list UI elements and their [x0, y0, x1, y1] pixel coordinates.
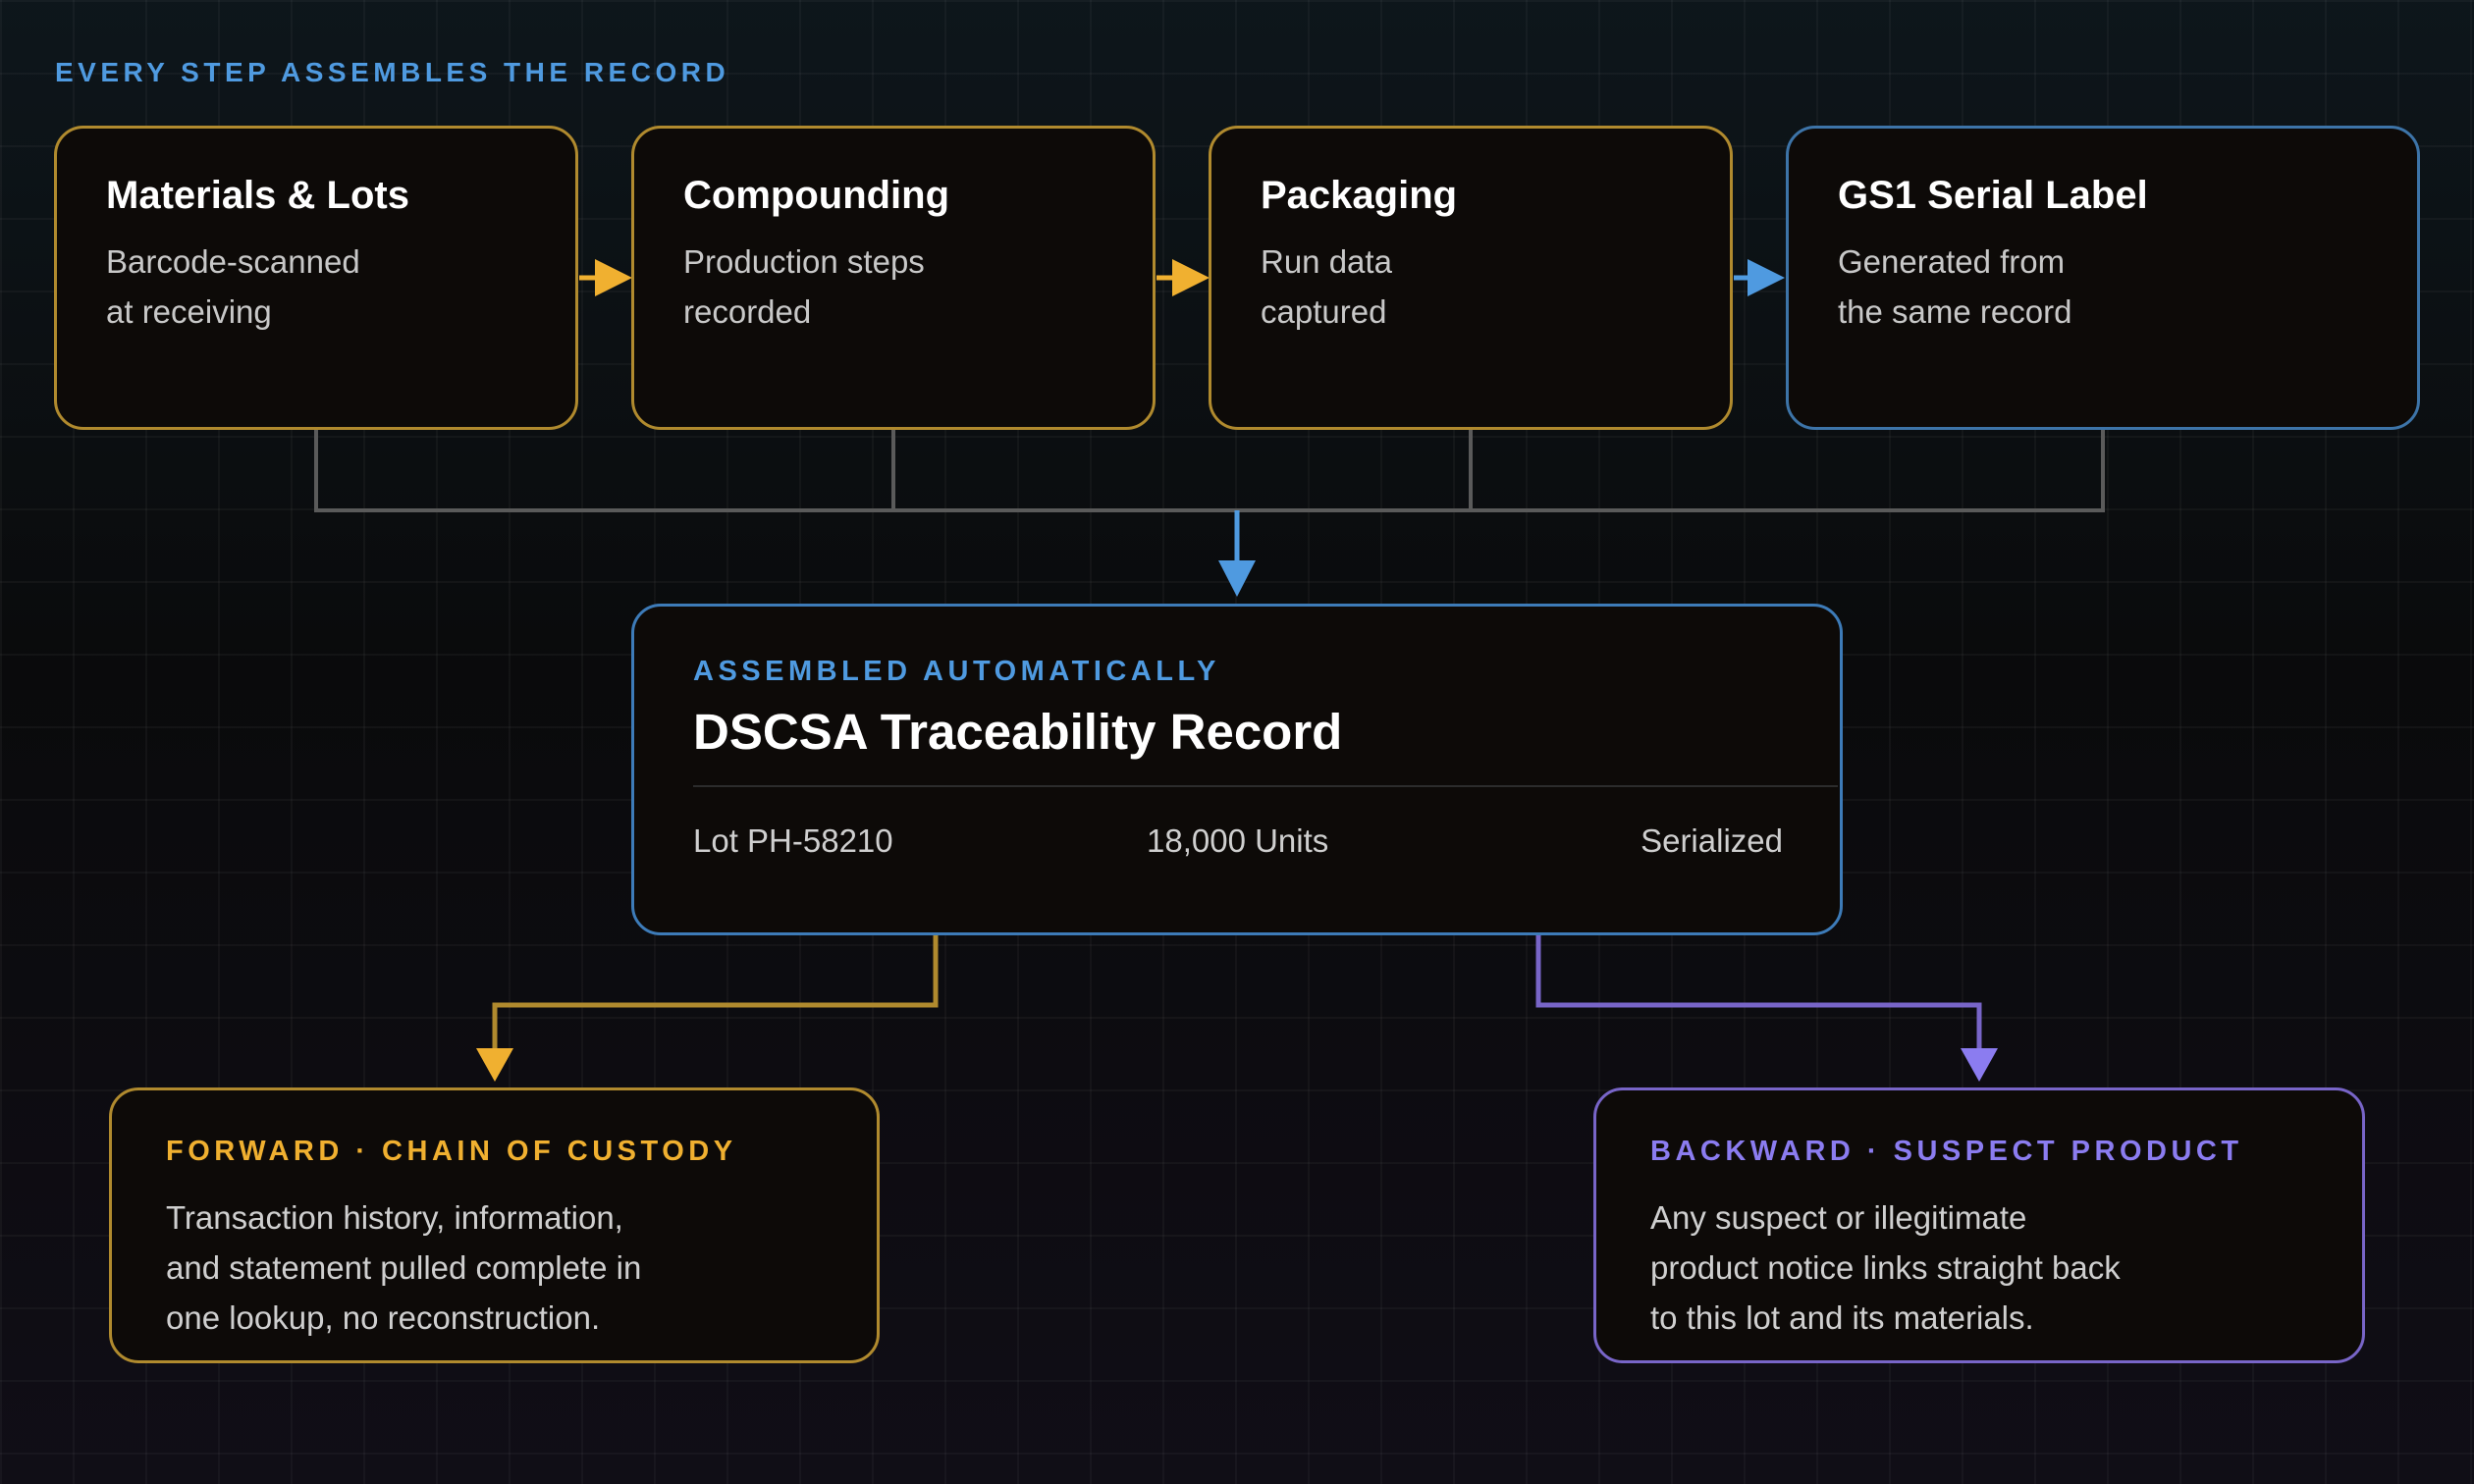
forward-chain-of-custody-card: FORWARD · CHAIN OF CUSTODY Transaction h… [109, 1087, 880, 1363]
step-description: Generated from the same record [1838, 237, 2250, 337]
traceability-record-card: ASSEMBLED AUTOMATICALLY DSCSA Traceabili… [631, 604, 1843, 935]
step-description-line: Barcode-scanned [106, 243, 360, 280]
section-eyebrow: EVERY STEP ASSEMBLES THE RECORD [55, 57, 730, 87]
record-lot: Lot PH-58210 [693, 822, 893, 859]
step-description: Run data captured [1261, 237, 1673, 337]
diagram-canvas: EVERY STEP ASSEMBLES THE RECORD Material… [0, 0, 2474, 1484]
step-title: GS1 Serial Label [1838, 174, 2148, 217]
step-description-line: Production steps [683, 243, 925, 280]
record-title: DSCSA Traceability Record [693, 704, 1343, 760]
record-divider [693, 785, 1838, 787]
description-line: and statement pulled complete in [166, 1249, 642, 1286]
description-line: product notice links straight back [1650, 1249, 2121, 1286]
step-gs1-serial-label: GS1 Serial Label Generated from the same… [1786, 126, 2420, 430]
step-description-line: the same record [1838, 293, 2072, 330]
description-line: to this lot and its materials. [1650, 1299, 2034, 1336]
backward-description: Any suspect or illegitimate product noti… [1650, 1192, 2200, 1343]
arrow-compounding-to-packaging [1156, 259, 1210, 296]
record-eyebrow: ASSEMBLED AUTOMATICALLY [693, 656, 1220, 687]
step-materials-lots: Materials & Lots Barcode-scanned at rece… [54, 126, 578, 430]
step-packaging: Packaging Run data captured [1209, 126, 1733, 430]
step-description-line: captured [1261, 293, 1387, 330]
step-description: Production steps recorded [683, 237, 1096, 337]
forward-description: Transaction history, information, and st… [166, 1192, 716, 1343]
description-line: one lookup, no reconstruction. [166, 1299, 601, 1336]
description-line: Any suspect or illegitimate [1650, 1199, 2027, 1236]
step-description-line: recorded [683, 293, 812, 330]
step-description-line: Generated from [1838, 243, 2066, 280]
description-line: Transaction history, information, [166, 1199, 623, 1236]
forward-eyebrow: FORWARD · CHAIN OF CUSTODY [166, 1136, 737, 1167]
backward-suspect-product-card: BACKWARD · SUSPECT PRODUCT Any suspect o… [1593, 1087, 2365, 1363]
arrow-record-to-forward [476, 934, 939, 1082]
arrow-into-record [1218, 510, 1256, 597]
step-description-line: at receiving [106, 293, 272, 330]
step-description: Barcode-scanned at receiving [106, 237, 518, 337]
record-units: 18,000 Units [1147, 822, 1329, 859]
backward-eyebrow: BACKWARD · SUSPECT PRODUCT [1650, 1136, 2243, 1167]
step-title: Materials & Lots [106, 174, 409, 217]
arrow-materials-to-compounding [579, 259, 632, 296]
collector-lines [314, 428, 2105, 512]
step-compounding: Compounding Production steps recorded [631, 126, 1156, 430]
arrow-record-to-backward [1535, 934, 1998, 1082]
step-title: Packaging [1261, 174, 1458, 217]
step-title: Compounding [683, 174, 950, 217]
step-description-line: Run data [1261, 243, 1392, 280]
record-status: Serialized [1640, 822, 1783, 859]
arrow-packaging-to-label [1734, 259, 1785, 296]
